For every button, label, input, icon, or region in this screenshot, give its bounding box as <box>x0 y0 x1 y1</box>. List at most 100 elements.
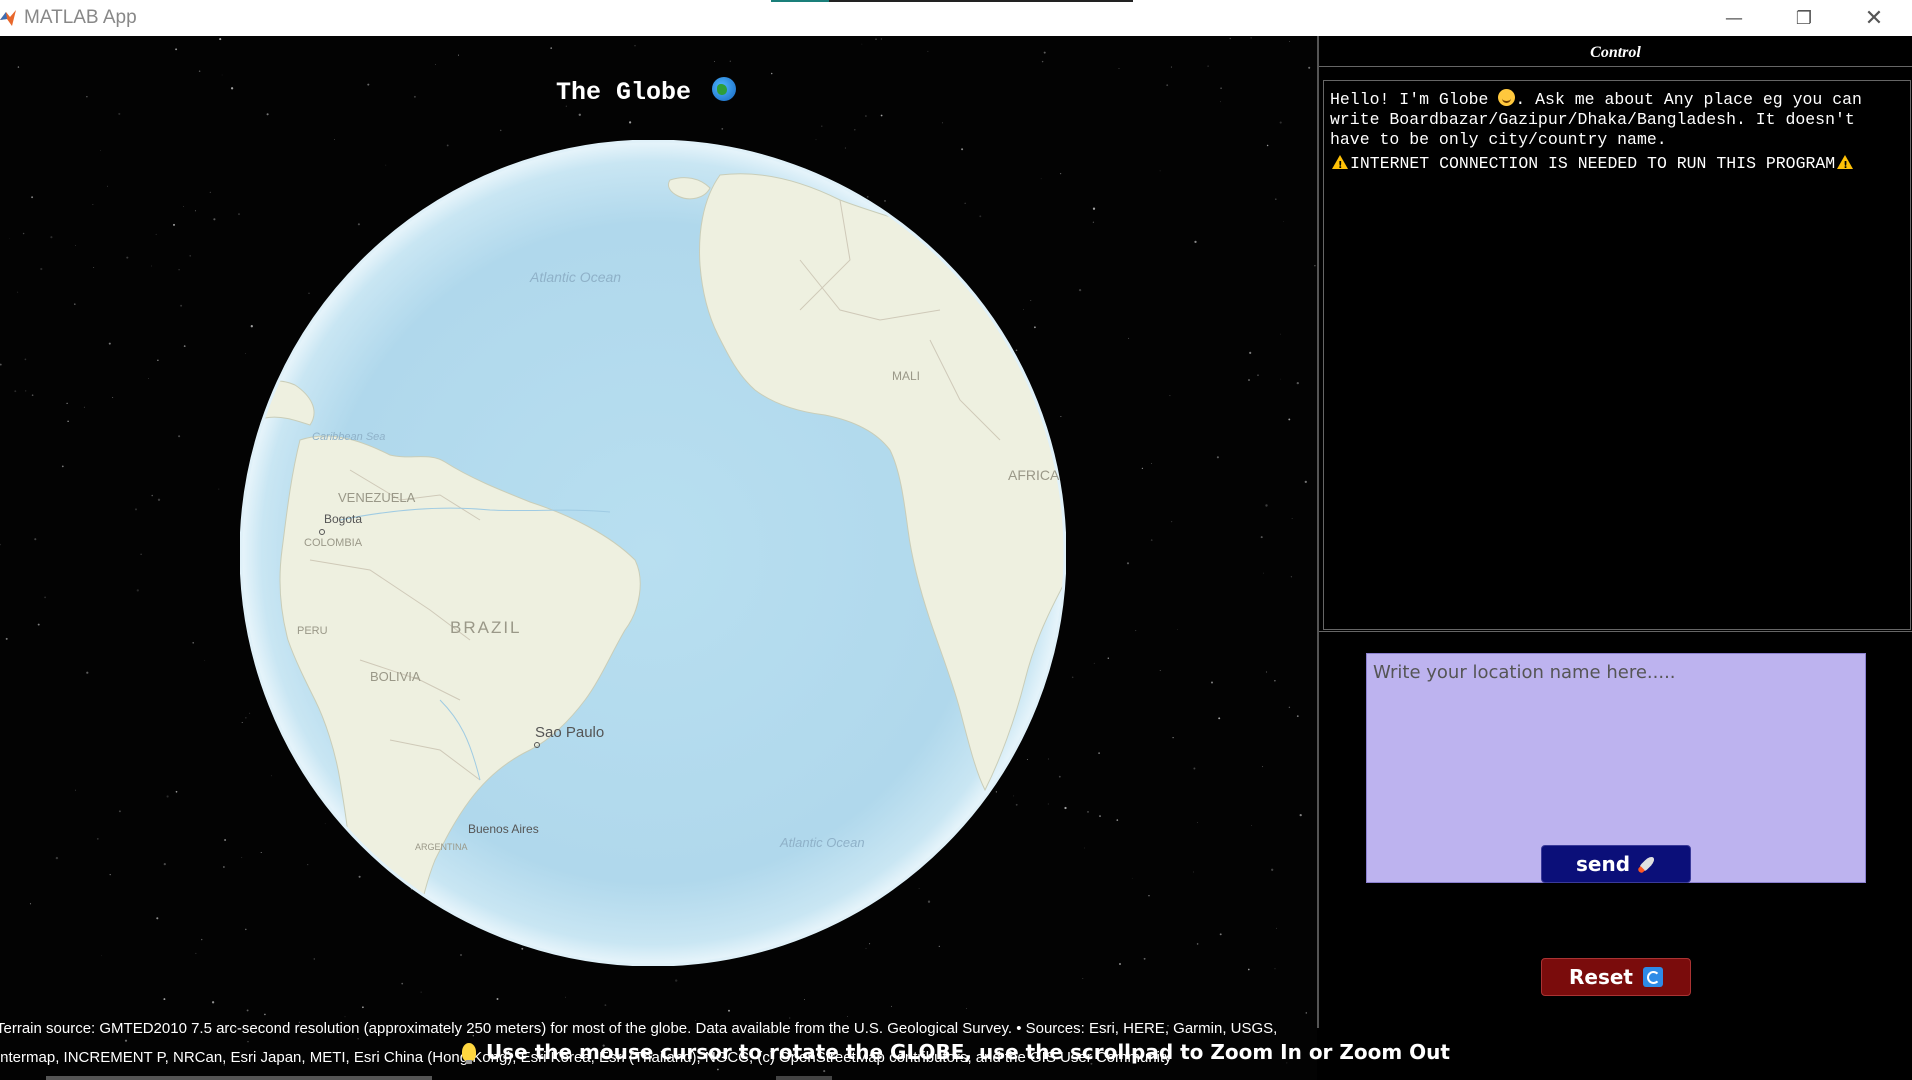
star <box>821 125 823 127</box>
star <box>1299 813 1302 817</box>
star <box>175 48 178 51</box>
star <box>1274 968 1276 970</box>
star <box>1250 37 1252 39</box>
earth-globe-icon <box>712 77 737 101</box>
scrollbar-thumb[interactable] <box>46 1076 432 1080</box>
star <box>861 43 863 45</box>
star <box>67 420 69 423</box>
usage-hint: Use the mouse cursor to rotate the GLOBE… <box>0 1040 1912 1064</box>
star <box>1196 821 1198 823</box>
matlab-logo-icon <box>0 10 16 26</box>
scrollbar-thumb-secondary[interactable] <box>776 1076 832 1080</box>
star <box>1141 467 1144 470</box>
window-titlebar: MATLAB App — ❐ ✕ <box>0 0 1912 36</box>
star <box>1093 662 1095 664</box>
star <box>219 38 222 41</box>
star <box>31 196 34 199</box>
star <box>1087 811 1089 813</box>
star <box>44 596 46 599</box>
star <box>99 149 101 151</box>
star <box>0 363 2 366</box>
map-label-buenos-aires: Buenos Aires <box>468 822 539 836</box>
star <box>1159 669 1161 671</box>
attribution-line-1: Terrain source: GMTED2010 7.5 arc-second… <box>0 1020 1278 1037</box>
star <box>1177 629 1178 630</box>
globe-viewer[interactable]: Atlantic Ocean Caribbean Sea VENEZUELA B… <box>240 140 1066 966</box>
star <box>1263 572 1265 574</box>
star <box>201 938 203 941</box>
star <box>74 303 76 305</box>
star <box>151 494 153 497</box>
star <box>367 83 370 86</box>
minimize-button[interactable]: — <box>1700 0 1768 36</box>
star <box>1266 144 1269 147</box>
star <box>50 236 53 239</box>
star <box>1135 630 1137 632</box>
star <box>14 390 17 393</box>
star <box>1159 170 1161 172</box>
star <box>136 589 139 592</box>
restore-button[interactable]: ❐ <box>1770 0 1838 36</box>
star <box>578 113 581 116</box>
star <box>1172 736 1174 739</box>
star <box>721 128 724 130</box>
horizontal-scrollbar[interactable] <box>0 1076 1912 1080</box>
star <box>604 1004 607 1006</box>
star <box>61 465 64 468</box>
star <box>1166 84 1169 87</box>
star <box>1280 378 1281 380</box>
star <box>362 1006 364 1009</box>
map-label-africa: AFRICA <box>1008 467 1060 483</box>
star <box>1084 847 1086 849</box>
star <box>1265 671 1268 673</box>
map-label-venezuela: VENEZUELA <box>338 490 416 505</box>
star <box>1251 825 1252 826</box>
map-label-brazil: BRAZIL <box>450 618 522 637</box>
star <box>75 245 76 247</box>
star <box>223 866 225 868</box>
star <box>1194 240 1197 244</box>
star <box>29 903 32 905</box>
star <box>194 210 197 212</box>
globe-panel-title: The Globe <box>556 77 737 107</box>
rocket-icon <box>1634 851 1659 876</box>
star <box>92 204 94 205</box>
star <box>175 790 178 793</box>
close-button[interactable]: ✕ <box>1840 0 1908 36</box>
star <box>126 256 129 259</box>
star <box>118 112 121 115</box>
star <box>675 979 678 982</box>
star <box>550 47 553 49</box>
star <box>1148 895 1150 897</box>
star <box>218 488 220 490</box>
warning-icon <box>1332 155 1348 176</box>
star <box>927 50 929 52</box>
send-button[interactable]: send <box>1541 845 1691 883</box>
star <box>1118 962 1122 966</box>
star <box>157 359 159 361</box>
star <box>211 1001 215 1004</box>
star <box>1131 877 1133 879</box>
star <box>941 122 943 124</box>
star <box>1107 657 1110 660</box>
star <box>880 38 882 40</box>
star <box>34 538 37 541</box>
star <box>1041 60 1044 63</box>
star <box>135 508 137 511</box>
globe-panel: The Globe Atlantic Ocean Caribbean Sea V… <box>0 36 1317 1080</box>
star <box>420 991 422 993</box>
star <box>1218 717 1221 720</box>
star <box>1169 395 1171 397</box>
star <box>150 265 152 267</box>
star <box>183 345 186 347</box>
star <box>1290 576 1293 578</box>
star <box>192 642 194 644</box>
reset-button[interactable]: Reset <box>1541 958 1691 996</box>
star <box>875 38 877 40</box>
warning-text: INTERNET CONNECTION IS NEEDED TO RUN THI… <box>1350 154 1836 173</box>
star <box>246 1009 249 1012</box>
panel-divider <box>1319 631 1912 632</box>
star <box>74 789 76 791</box>
star <box>1248 379 1250 381</box>
star <box>1170 520 1173 523</box>
